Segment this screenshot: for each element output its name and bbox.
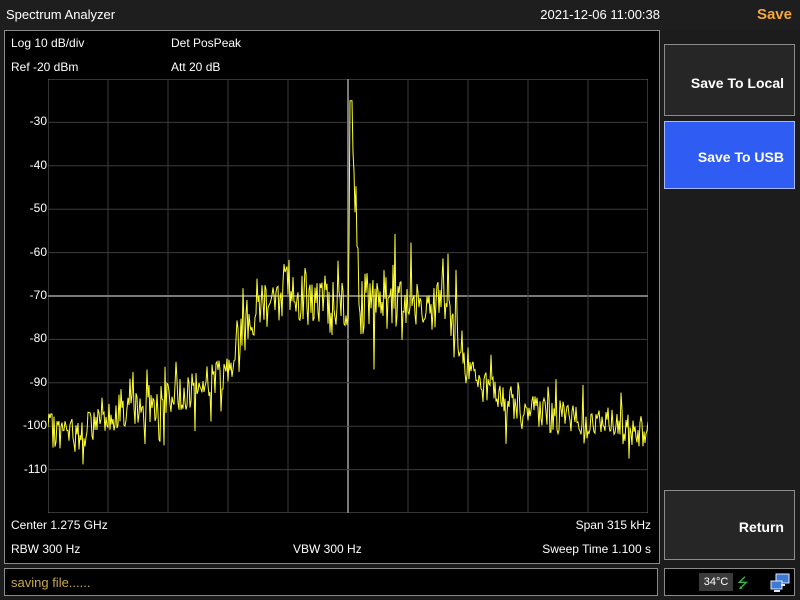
app-title: Spectrum Analyzer [6, 7, 116, 22]
center-frequency: Center 1.275 GHz [11, 518, 108, 532]
attenuation-info: Att 20 dB [171, 60, 221, 74]
sweep-time-info: Sweep Time 1.100 s [542, 542, 651, 556]
y-tick-label: -30 [29, 114, 47, 129]
status-message: saving file...... [11, 575, 91, 590]
menu-title: Save [756, 6, 792, 23]
title-bar: Spectrum Analyzer 2021-12-06 11:00:38 Sa… [0, 0, 800, 30]
y-tick-label: -90 [29, 374, 47, 389]
y-tick-label: -110 [23, 461, 47, 476]
vbw-info: VBW 300 Hz [293, 542, 362, 556]
usb-icon: ⭍ [737, 575, 749, 591]
y-tick-label: -60 [29, 244, 47, 259]
save-to-usb-button[interactable]: Save To USB [664, 121, 795, 189]
spectrum-display: Log 10 dB/div Det PosPeak Ref -20 dBm At… [4, 30, 660, 564]
ref-level-info: Ref -20 dBm [11, 60, 79, 74]
save-to-usb-label: Save To USB [697, 149, 784, 165]
temperature-indicator: 34°C [699, 573, 733, 591]
pc-connection-icon [770, 573, 790, 592]
y-tick-label: -80 [29, 331, 47, 346]
y-tick-label: -100 [22, 418, 47, 433]
save-to-local-label: Save To Local [690, 75, 784, 91]
scale-info: Log 10 dB/div [11, 36, 85, 50]
span-info: Span 315 kHz [575, 518, 651, 532]
datetime-display: 2021-12-06 11:00:38 [540, 7, 660, 22]
return-label: Return [738, 519, 784, 535]
y-tick-label: -40 [29, 157, 47, 172]
save-to-local-button[interactable]: Save To Local [664, 44, 795, 116]
return-button[interactable]: Return [664, 490, 795, 560]
spectrum-plot [48, 79, 648, 513]
status-bar: saving file...... [4, 568, 658, 596]
y-tick-label: -50 [29, 201, 47, 216]
status-tray: 34°C ⭍ [664, 568, 795, 596]
rbw-info: RBW 300 Hz [11, 542, 81, 556]
detector-info: Det PosPeak [171, 36, 242, 50]
y-tick-label: -70 [29, 288, 47, 302]
